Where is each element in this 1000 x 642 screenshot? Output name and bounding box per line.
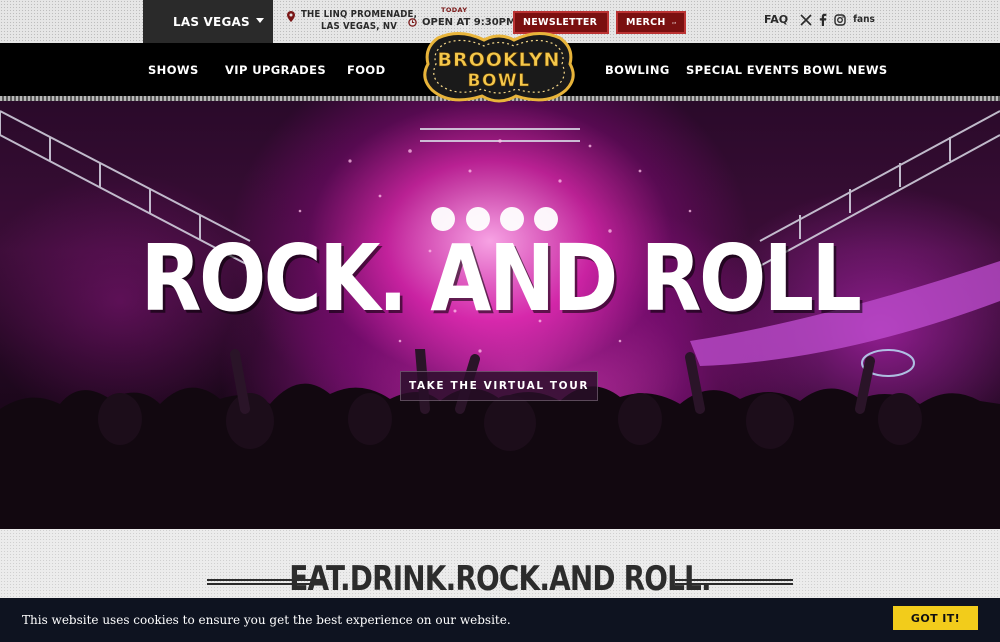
top-right-links: FAQ fans xyxy=(764,13,875,26)
nav-item-shows[interactable]: SHOWS xyxy=(148,63,199,77)
nav-item-food[interactable]: FOOD xyxy=(347,63,386,77)
map-pin-icon xyxy=(287,11,295,22)
merch-button[interactable]: MERCH xyxy=(616,11,686,34)
instagram-icon[interactable] xyxy=(834,13,846,26)
city-selector-label: LAS VEGAS xyxy=(173,14,250,29)
nav-item-bowl-news[interactable]: BOWL NEWS xyxy=(803,63,888,77)
location-line-2: LAS VEGAS, NV xyxy=(321,21,398,32)
nav-item-vip-upgrades[interactable]: VIP UPGRADES xyxy=(225,63,326,77)
merch-label: MERCH xyxy=(626,17,666,28)
cookie-message: This website uses cookies to ensure you … xyxy=(22,613,511,627)
today-label: TODAY xyxy=(441,6,468,14)
cookie-banner: This website uses cookies to ensure you … xyxy=(0,598,1000,642)
clock-icon xyxy=(408,18,417,27)
decorative-rule-right xyxy=(675,579,793,585)
virtual-tour-button[interactable]: TAKE THE VIRTUAL TOUR xyxy=(400,371,598,401)
faq-link[interactable]: FAQ xyxy=(764,13,788,26)
city-selector[interactable]: LAS VEGAS xyxy=(143,0,273,43)
open-hours-text: OPEN AT 9:30PM xyxy=(422,17,516,28)
open-hours: OPEN AT 9:30PM xyxy=(408,17,516,28)
chevron-down-icon xyxy=(256,18,264,23)
location-line-1: THE LINQ PROMENADE, xyxy=(301,9,418,20)
logo-text-bowl: BOWL xyxy=(468,71,531,91)
logo-text-brooklyn: BROOKLYN xyxy=(438,49,561,71)
pointing-hand-icon xyxy=(671,21,676,24)
nav-item-bowling[interactable]: BOWLING xyxy=(605,63,670,77)
cookie-accept-button[interactable]: GOT IT! xyxy=(893,606,978,630)
brooklyn-bowl-logo[interactable]: BROOKLYN BOWL xyxy=(420,30,578,108)
x-icon[interactable] xyxy=(800,13,812,26)
location-text: THE LINQ PROMENADE, LAS VEGAS, NV xyxy=(301,9,417,33)
facebook-icon[interactable] xyxy=(819,13,827,26)
fans-link[interactable]: fans xyxy=(853,14,875,25)
hero-title: ROCK. AND ROLL xyxy=(140,225,862,332)
hero-section: ROCK. AND ROLL TAKE THE VIRTUAL TOUR xyxy=(0,101,1000,529)
newsletter-label: NEWSLETTER xyxy=(523,17,598,28)
venue-location[interactable]: THE LINQ PROMENADE, LAS VEGAS, NV xyxy=(287,9,417,33)
nav-item-special-events[interactable]: SPECIAL EVENTS xyxy=(686,63,799,77)
